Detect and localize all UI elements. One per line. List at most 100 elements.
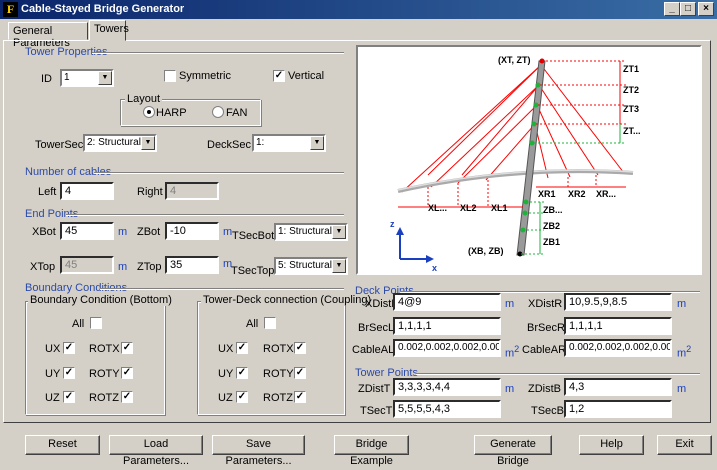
xdistr-label: XDistR	[528, 298, 563, 310]
x-axis-label: x	[432, 263, 437, 273]
axes-icon	[396, 227, 434, 263]
coupling-uy-checkbox[interactable]: ✓	[236, 367, 248, 379]
chevron-down-icon[interactable]: ▼	[332, 259, 346, 273]
tsectop-select[interactable]: 5: Structural St ▼	[274, 257, 348, 275]
coupling-all-checkbox[interactable]	[264, 317, 276, 329]
zb-more-label: ZB...	[543, 205, 563, 215]
unit-exponent: 2	[514, 344, 520, 354]
coupling-ux-checkbox[interactable]: ✓	[236, 342, 248, 354]
zt1-label: ZT1	[623, 64, 639, 74]
xdistl-unit: m	[505, 298, 515, 310]
tsect-label: TSecT	[360, 405, 393, 417]
cablear-input[interactable]: 0.002,0.002,0.002,0.002	[564, 339, 672, 357]
cablear-unit: m2	[677, 344, 691, 360]
exit-button[interactable]: Exit	[657, 435, 712, 455]
zt-guides	[536, 60, 626, 125]
zb1-label: ZB1	[543, 237, 560, 247]
towersec-select[interactable]: 2: Structural St ▼	[83, 134, 157, 152]
xtop-unit: m	[118, 261, 128, 273]
maximize-button[interactable]: □	[680, 2, 696, 16]
xl1-label: XL1	[491, 203, 508, 213]
tsect-input[interactable]: 5,5,5,5,4,3	[393, 400, 501, 418]
zbot-input[interactable]: -10	[165, 222, 219, 240]
bottom-rotz-checkbox[interactable]: ✓	[121, 391, 133, 403]
fan-label: FAN	[226, 107, 248, 119]
zdistb-input[interactable]: 4,3	[564, 378, 672, 396]
decksec-value: 1:	[256, 137, 265, 148]
tsecbot-label: TSecBot	[232, 230, 275, 242]
bridge-diagram: (XT, ZT) ZT1 ZT2 ZT3 ZT... XR1 XR2 XR...…	[356, 45, 702, 275]
ztop-input[interactable]: 35	[165, 256, 219, 274]
id-select[interactable]: 1 ▼	[60, 69, 114, 87]
zbot-unit: m	[223, 226, 233, 238]
right-cables-input: 4	[165, 182, 219, 200]
xdistl-input[interactable]: 4@9	[393, 293, 501, 311]
brsecr-input[interactable]: 1,1,1,1	[564, 317, 672, 335]
cableal-input[interactable]: 0.002,0.002,0.002,0.002	[393, 339, 501, 357]
chevron-down-icon[interactable]: ▼	[332, 225, 346, 239]
bottom-roty-checkbox[interactable]: ✓	[121, 367, 133, 379]
tower	[516, 60, 546, 256]
minimize-button[interactable]: _	[664, 2, 680, 16]
coupling-uz-label: UZ	[218, 392, 233, 404]
node	[531, 121, 537, 127]
help-button[interactable]: Help	[579, 435, 644, 455]
title-bar: F Cable-Stayed Bridge Generator _ □ ×	[0, 0, 717, 19]
bottom-all-checkbox[interactable]	[90, 317, 102, 329]
decksec-select[interactable]: 1: ▼	[252, 134, 326, 152]
tsecbot-select[interactable]: 1: Structural St ▼	[274, 223, 348, 241]
close-button[interactable]: ×	[698, 2, 714, 16]
coupling-roty-checkbox[interactable]: ✓	[294, 367, 306, 379]
boundary-bottom-title: Boundary Condition (Bottom)	[28, 294, 174, 306]
cableal-unit: m2	[505, 344, 519, 360]
id-label: ID	[41, 73, 52, 85]
tab-towers[interactable]: Towers	[89, 20, 129, 41]
load-parameters-button[interactable]: Load Parameters...	[109, 435, 203, 467]
chevron-down-icon[interactable]: ▼	[98, 71, 112, 85]
left-cables-input[interactable]: 4	[60, 182, 114, 200]
x-arrow	[426, 255, 434, 263]
save-parameters-button[interactable]: Save Parameters...	[212, 435, 305, 467]
xt-zt-label: (XT, ZT)	[498, 55, 531, 65]
tab-general-parameters[interactable]: General Parameters	[8, 22, 88, 49]
divider	[92, 52, 344, 54]
xbot-input[interactable]: 45	[60, 222, 114, 240]
coupling-uz-checkbox[interactable]: ✓	[236, 391, 248, 403]
zt3-label: ZT3	[623, 104, 639, 114]
divider	[100, 288, 344, 290]
cable-right-3	[536, 104, 571, 178]
xdistr-input[interactable]: 10,9.5,9,8.5	[564, 293, 672, 311]
coupling-rotz-checkbox[interactable]: ✓	[294, 391, 306, 403]
xtop-input: 45	[60, 256, 114, 274]
divider	[66, 214, 344, 216]
harp-label: HARP	[156, 107, 187, 119]
symmetric-checkbox[interactable]	[164, 70, 176, 82]
zbot-label: ZBot	[137, 226, 161, 238]
fan-radio[interactable]	[212, 106, 224, 118]
chevron-down-icon[interactable]: ▼	[141, 136, 155, 150]
xr2-label: XR2	[568, 189, 586, 199]
reset-button[interactable]: Reset	[25, 435, 100, 455]
zdistt-input[interactable]: 3,3,3,3,4,4	[393, 378, 501, 396]
chevron-down-icon[interactable]: ▼	[310, 136, 324, 150]
generate-bridge-button[interactable]: Generate Bridge	[474, 435, 552, 467]
zdistt-label: ZDistT	[358, 383, 391, 395]
zdistt-unit: m	[505, 383, 515, 395]
zt2-label: ZT2	[623, 85, 639, 95]
coupling-title: Tower-Deck connection (Coupling)	[201, 294, 374, 306]
bridge-example-button[interactable]: Bridge Example	[334, 435, 409, 467]
coupling-rotz-label: ROTZ	[263, 392, 293, 404]
bottom-rotx-checkbox[interactable]: ✓	[121, 342, 133, 354]
unit: m	[677, 347, 687, 360]
bottom-rotx-label: ROTX	[89, 343, 120, 355]
tsecb-input[interactable]: 1,2	[564, 400, 672, 418]
coupling-rotx-checkbox[interactable]: ✓	[294, 342, 306, 354]
bottom-ux-checkbox[interactable]: ✓	[63, 342, 75, 354]
brsecl-input[interactable]: 1,1,1,1	[393, 317, 501, 335]
bottom-uz-checkbox[interactable]: ✓	[63, 391, 75, 403]
unit-exponent: 2	[686, 344, 692, 354]
vertical-checkbox[interactable]: ✓	[273, 70, 285, 82]
bottom-uy-checkbox[interactable]: ✓	[63, 367, 75, 379]
harp-radio[interactable]	[143, 106, 155, 118]
xb-zb-label: (XB, ZB)	[468, 246, 504, 256]
